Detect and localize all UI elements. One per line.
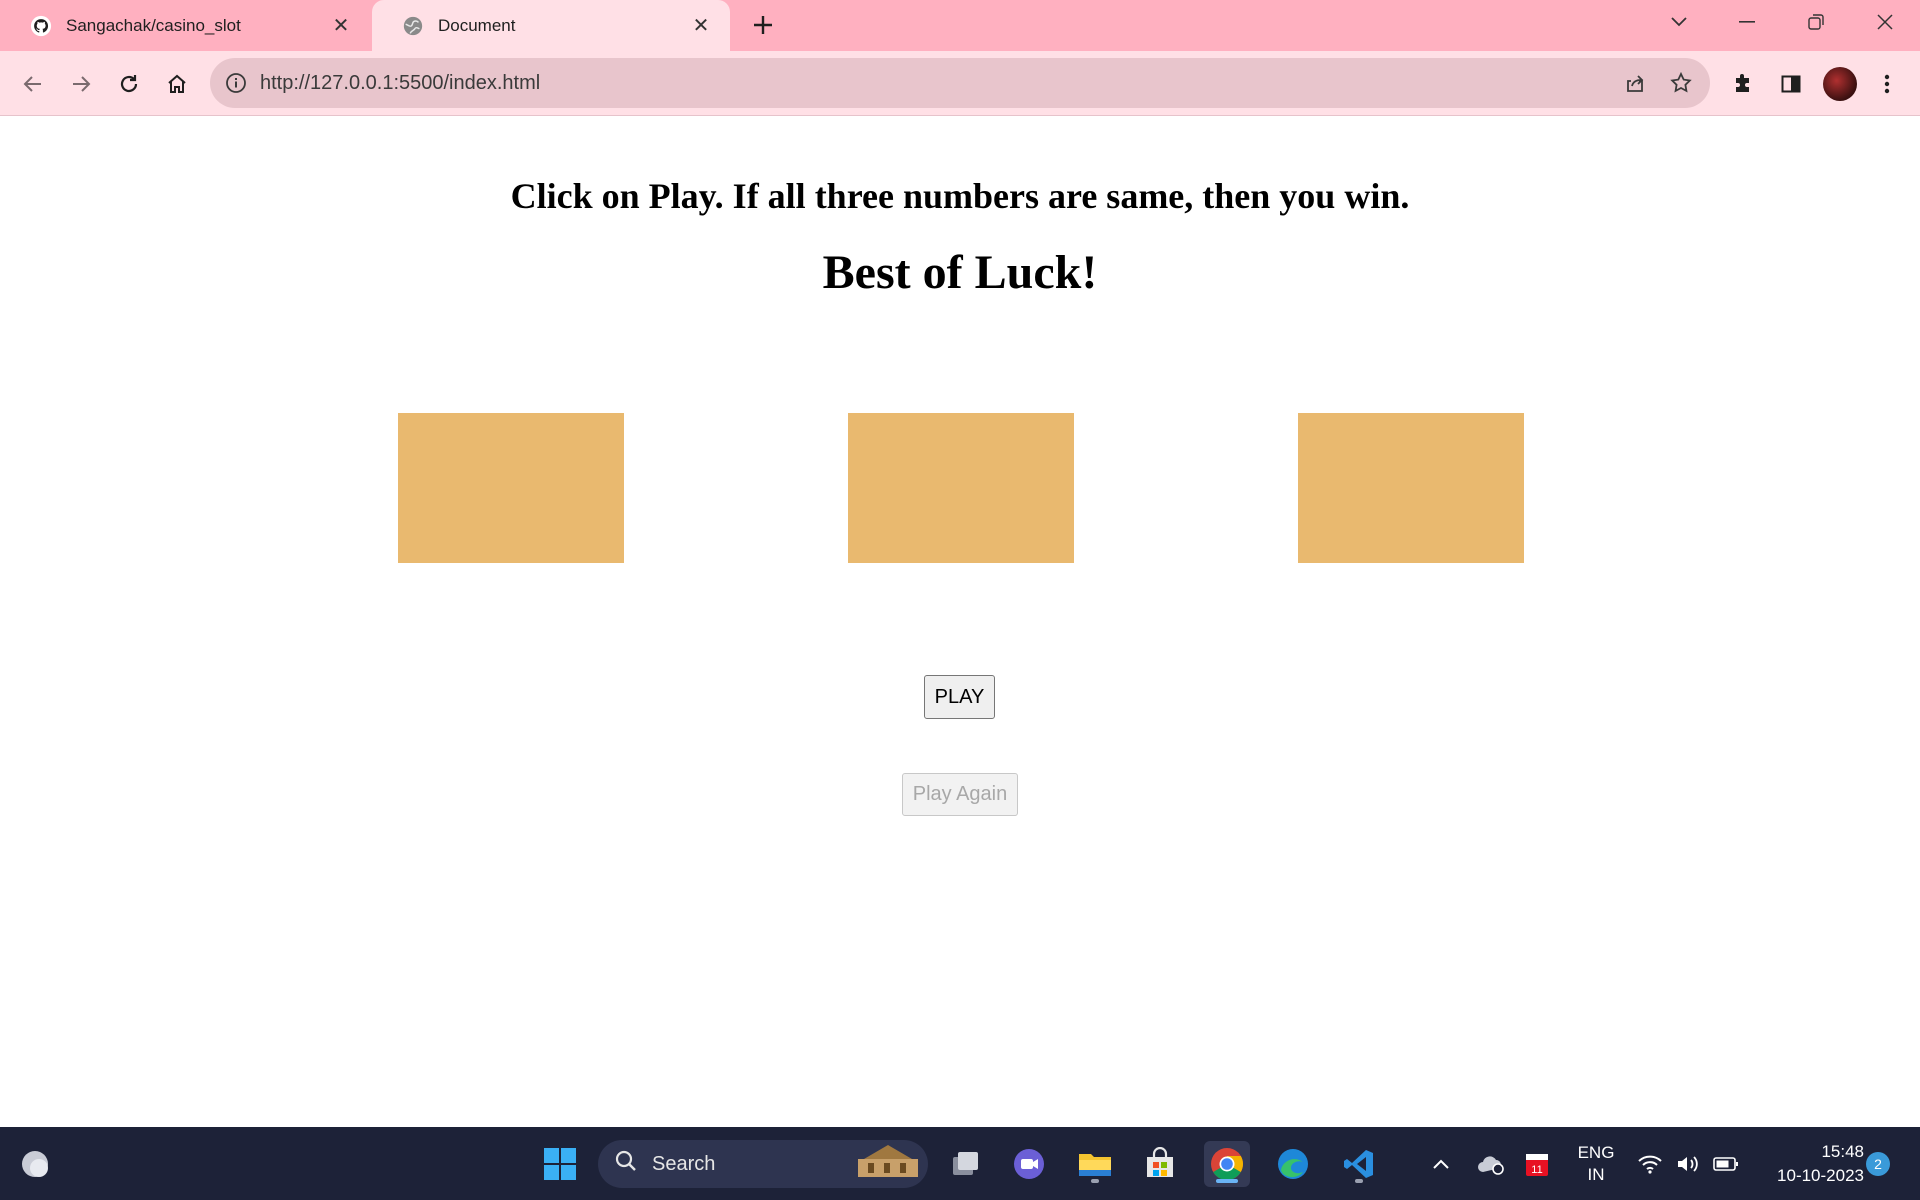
instruction-heading: Click on Play. If all three numbers are … [510, 176, 1410, 216]
minimize-icon[interactable] [1719, 0, 1775, 44]
notification-badge[interactable]: 2 [1866, 1152, 1890, 1176]
chevron-up-icon[interactable] [1418, 1141, 1464, 1187]
running-indicator [1091, 1179, 1099, 1183]
restore-icon[interactable] [1788, 0, 1844, 44]
calendar-badge-icon[interactable]: 11 [1514, 1141, 1560, 1187]
active-indicator [1216, 1179, 1238, 1183]
address-bar[interactable]: http://127.0.0.1:5500/index.html [210, 58, 1710, 108]
tab-title: Document [438, 15, 516, 35]
globe-icon [402, 15, 424, 37]
task-view-icon[interactable] [942, 1141, 988, 1187]
forward-icon[interactable] [64, 67, 98, 101]
slot-box-1 [398, 413, 624, 563]
chrome-icon[interactable] [1204, 1141, 1250, 1187]
tab-search-icon[interactable] [1651, 0, 1707, 44]
microsoft-store-icon[interactable] [1137, 1141, 1183, 1187]
file-explorer-icon[interactable] [1072, 1141, 1118, 1187]
system-clock[interactable]: 15:48 10-10-2023 [1752, 1127, 1864, 1200]
close-tab-icon[interactable]: ✕ [688, 13, 714, 39]
slot-box-2 [848, 413, 1074, 563]
github-icon [30, 15, 52, 37]
taskbar-search[interactable]: Search [598, 1140, 928, 1188]
new-tab-icon[interactable] [748, 10, 778, 40]
tab-document[interactable]: Document ✕ [372, 0, 730, 51]
browser-toolbar: http://127.0.0.1:5500/index.html [0, 51, 1920, 116]
calendar-badge-text: 11 [1531, 1164, 1542, 1176]
slot-box-3 [1298, 413, 1524, 563]
side-panel-icon[interactable] [1774, 67, 1808, 101]
reload-icon[interactable] [112, 67, 146, 101]
weather-icon[interactable] [12, 1141, 58, 1187]
url-text[interactable]: http://127.0.0.1:5500/index.html [260, 72, 1618, 95]
vscode-icon[interactable] [1336, 1141, 1382, 1187]
lang-line-2: IN [1587, 1164, 1605, 1184]
start-windows-icon[interactable] [537, 1141, 583, 1187]
bookmark-star-icon[interactable] [1664, 66, 1698, 100]
clock-date: 10-10-2023 [1777, 1165, 1864, 1185]
lang-line-1: ENG [1577, 1142, 1615, 1162]
search-highlight-icon [854, 1141, 922, 1187]
onedrive-icon[interactable] [1468, 1141, 1514, 1187]
profile-avatar[interactable] [1823, 67, 1857, 101]
play-button[interactable]: PLAY [924, 675, 995, 719]
tab-strip: Sangachak/casino_slot ✕ Document ✕ [0, 0, 1920, 51]
site-info-icon[interactable] [224, 71, 248, 95]
play-again-button[interactable]: Play Again [902, 773, 1018, 816]
clock-time: 15:48 [1821, 1141, 1864, 1161]
taskbar: Search 11 ENG IN 15:48 10-10-2023 2 [0, 1127, 1920, 1200]
volume-icon[interactable] [1668, 1141, 1708, 1187]
tab-github[interactable]: Sangachak/casino_slot ✕ [0, 0, 370, 51]
home-icon[interactable] [160, 67, 194, 101]
running-indicator [1355, 1179, 1363, 1183]
teams-icon[interactable] [1006, 1141, 1052, 1187]
language-indicator[interactable]: ENG IN [1570, 1127, 1622, 1200]
search-label: Search [652, 1152, 716, 1175]
close-window-icon[interactable] [1857, 0, 1913, 44]
search-icon [614, 1149, 638, 1179]
web-page: Click on Play. If all three numbers are … [0, 117, 1920, 1127]
extensions-icon[interactable] [1726, 67, 1760, 101]
share-icon[interactable] [1618, 66, 1652, 100]
close-tab-icon[interactable]: ✕ [328, 13, 354, 39]
tab-title: Sangachak/casino_slot [66, 15, 241, 35]
back-icon[interactable] [16, 67, 50, 101]
battery-icon[interactable] [1706, 1141, 1746, 1187]
edge-icon[interactable] [1270, 1141, 1316, 1187]
wifi-icon[interactable] [1630, 1141, 1670, 1187]
menu-kebab-icon[interactable] [1870, 67, 1904, 101]
luck-heading: Best of Luck! [822, 246, 1098, 299]
